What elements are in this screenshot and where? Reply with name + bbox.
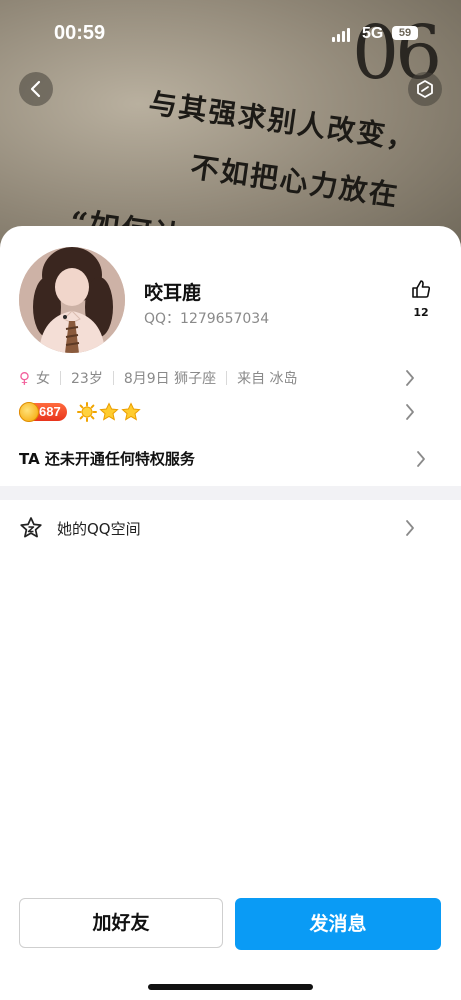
share-button[interactable] [408,72,442,106]
chevron-right-icon [406,370,414,386]
like-count: 12 [413,306,429,319]
location-text: 来自 冰岛 [237,371,298,387]
female-icon: ♀ [19,369,30,387]
send-message-button[interactable]: 发消息 [235,898,441,950]
qq-number: QQ：1279657034 [144,311,270,327]
cover-text-line2: 不如把心力放在 [188,150,402,213]
status-bar: 00:59 5G 59 [0,0,461,68]
qzone-label: 她的QQ空间 [57,519,141,538]
home-indicator[interactable] [148,984,313,990]
thumbs-up-icon [412,280,431,298]
hexagon-share-icon [417,80,433,98]
profile-card: 咬耳鹿 QQ：1279657034 12 ♀ 女 23岁 8月9日 狮子座 来自… [0,226,461,1000]
like-button[interactable]: 12 [406,278,436,319]
coin-icon [19,402,39,422]
chevron-left-icon [30,80,41,98]
level-badge: 687 [19,402,67,422]
divider [226,371,228,385]
basic-info-row[interactable]: ♀ 女 23岁 8月9日 狮子座 来自 冰岛 [19,367,439,389]
avatar-image [19,247,125,353]
divider [112,371,114,385]
add-friend-button[interactable]: 加好友 [19,898,223,948]
network-type: 5G [362,25,384,42]
avatar[interactable] [19,247,125,353]
age-text: 23岁 [71,371,103,387]
privilege-text[interactable]: TA 还未开通任何特权服务 [19,448,195,469]
qzone-row[interactable]: 她的QQ空间 [19,514,439,542]
level-value: 687 [39,404,61,419]
battery-icon: 59 [392,26,418,40]
status-time: 00:59 [54,22,106,44]
back-button[interactable] [19,72,53,106]
star-icon [99,402,119,421]
birthday-text: 8月9日 狮子座 [123,371,217,387]
divider [60,371,61,385]
chevron-right-icon[interactable] [416,450,426,468]
level-icons [76,402,141,422]
star-icon [121,402,141,421]
level-row[interactable]: 687 [19,400,439,424]
section-divider [0,486,461,500]
signal-icon [332,28,350,42]
star-outline-icon [20,517,42,538]
profile-name: 咬耳鹿 [144,282,202,304]
chevron-right-icon [406,520,414,536]
gender-text: 女 [36,371,50,387]
chevron-right-icon [406,404,414,420]
sun-icon [76,402,97,422]
